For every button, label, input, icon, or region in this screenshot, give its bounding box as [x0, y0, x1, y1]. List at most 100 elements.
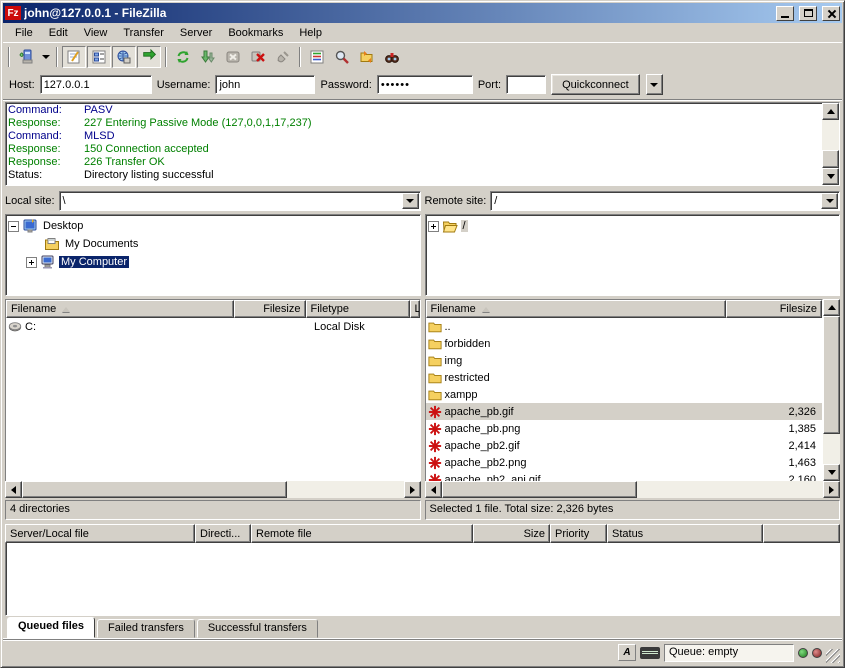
column-header-last-modified[interactable]: L — [410, 300, 420, 318]
local-site-combo[interactable]: \ — [59, 191, 421, 211]
scrollbar-thumb[interactable] — [823, 316, 840, 434]
scroll-up-button[interactable] — [823, 299, 840, 316]
minimize-button[interactable] — [776, 6, 794, 21]
cancel-operation-button[interactable] — [221, 46, 245, 68]
remote-directory-tree[interactable]: / — [425, 214, 841, 296]
remote-file-row[interactable]: img — [426, 352, 823, 369]
toggle-message-log-button[interactable] — [62, 46, 86, 68]
scroll-down-button[interactable] — [822, 168, 839, 185]
expand-icon[interactable] — [428, 221, 439, 232]
remote-file-row-selected[interactable]: apache_pb.gif 2,326 — [426, 403, 823, 420]
remote-file-row[interactable]: xampp — [426, 386, 823, 403]
host-input[interactable] — [40, 75, 152, 94]
column-header-filesize[interactable]: Filesize — [726, 300, 822, 318]
remote-vertical-scrollbar[interactable] — [823, 299, 840, 481]
directory-comparison-button[interactable] — [355, 46, 379, 68]
scroll-down-button[interactable] — [823, 464, 840, 481]
tab-failed-transfers[interactable]: Failed transfers — [97, 619, 195, 638]
column-header-filename[interactable]: Filename — [6, 300, 234, 318]
site-manager-dropdown[interactable] — [39, 46, 52, 68]
tab-successful-transfers[interactable]: Successful transfers — [197, 619, 318, 638]
remote-list-body[interactable]: .. forbidden img restricted — [426, 318, 823, 481]
scrollbar-thumb[interactable] — [822, 150, 839, 168]
combo-dropdown-button[interactable] — [821, 193, 838, 209]
queue-column-size[interactable]: Size — [473, 524, 550, 543]
toggle-remote-tree-button[interactable] — [112, 46, 136, 68]
remote-pane: Remote site: / / — [425, 190, 841, 520]
remote-file-row[interactable]: apache_pb2.gif 2,414 — [426, 437, 823, 454]
scroll-right-button[interactable] — [823, 481, 840, 498]
local-directory-tree[interactable]: Desktop My Documents — [5, 214, 421, 296]
tree-item-root[interactable]: / — [428, 217, 838, 235]
remote-horizontal-scrollbar[interactable] — [425, 481, 841, 498]
menu-edit[interactable]: Edit — [41, 25, 76, 41]
message-log-lines: Command:PASV Response:227 Entering Passi… — [6, 103, 822, 185]
menu-transfer[interactable]: Transfer — [115, 25, 172, 41]
tab-queued-files[interactable]: Queued files — [7, 617, 95, 638]
queue-column-priority[interactable]: Priority — [550, 524, 607, 543]
password-input[interactable] — [377, 75, 473, 94]
port-input[interactable] — [506, 75, 546, 94]
remote-file-row[interactable]: apache_pb2_ani.gif 2,160 — [426, 471, 823, 481]
speed-limit-indicator-icon[interactable] — [640, 647, 660, 659]
queue-list[interactable] — [5, 543, 840, 616]
username-input[interactable] — [215, 75, 315, 94]
message-log[interactable]: Command:PASV Response:227 Entering Passi… — [5, 102, 840, 186]
scroll-left-button[interactable] — [5, 481, 22, 498]
menu-bookmarks[interactable]: Bookmarks — [220, 25, 291, 41]
menu-server[interactable]: Server — [172, 25, 220, 41]
toggle-local-tree-button[interactable] — [87, 46, 111, 68]
process-queue-button[interactable] — [196, 46, 220, 68]
refresh-button[interactable] — [171, 46, 195, 68]
log-vertical-scrollbar[interactable] — [822, 103, 839, 185]
find-files-button[interactable] — [330, 46, 354, 68]
site-manager-button[interactable] — [14, 46, 38, 68]
scroll-left-button[interactable] — [425, 481, 442, 498]
local-horizontal-scrollbar[interactable] — [5, 481, 421, 498]
remote-file-row[interactable]: forbidden — [426, 335, 823, 352]
log-entry: Command:PASV — [8, 104, 820, 117]
menu-file[interactable]: File — [7, 25, 41, 41]
quickconnect-dropdown[interactable] — [646, 74, 663, 95]
scroll-up-button[interactable] — [822, 103, 839, 120]
synchronized-browsing-button[interactable] — [380, 46, 404, 68]
disconnect-button[interactable] — [246, 46, 270, 68]
local-list-body[interactable]: C: Local Disk — [6, 318, 420, 481]
title-bar[interactable]: Fz john@127.0.0.1 - FileZilla — [3, 3, 842, 23]
close-icon — [827, 9, 836, 18]
chevron-down-icon — [826, 199, 834, 203]
column-header-filetype[interactable]: Filetype — [306, 300, 410, 318]
local-file-row[interactable]: C: Local Disk — [6, 318, 420, 335]
quickconnect-button[interactable]: Quickconnect — [551, 74, 640, 95]
scroll-right-button[interactable] — [404, 481, 421, 498]
tree-item-desktop[interactable]: Desktop — [8, 217, 418, 235]
menu-help[interactable]: Help — [291, 25, 330, 41]
close-button[interactable] — [822, 6, 840, 21]
maximize-button[interactable] — [799, 6, 817, 21]
resize-grip[interactable] — [826, 649, 840, 663]
scrollbar-thumb[interactable] — [22, 481, 287, 498]
tree-item-my-documents[interactable]: My Documents — [8, 235, 418, 253]
queue-size-indicator: Queue: empty — [664, 644, 794, 662]
expand-icon[interactable] — [26, 257, 37, 268]
queue-column-direction[interactable]: Directi... — [195, 524, 251, 543]
queue-column-server-local-file[interactable]: Server/Local file — [5, 524, 195, 543]
toggle-transfer-queue-button[interactable] — [137, 46, 161, 68]
remote-site-combo[interactable]: / — [490, 191, 840, 211]
queue-column-status[interactable]: Status — [607, 524, 763, 543]
combo-dropdown-button[interactable] — [402, 193, 419, 209]
directory-listing-button[interactable] — [305, 46, 329, 68]
menu-view[interactable]: View — [76, 25, 116, 41]
remote-file-row[interactable]: apache_pb2.png 1,463 — [426, 454, 823, 471]
reconnect-button[interactable] — [271, 46, 295, 68]
tree-item-my-computer[interactable]: My Computer — [8, 253, 418, 271]
remote-file-row[interactable]: apache_pb.png 1,385 — [426, 420, 823, 437]
scrollbar-thumb[interactable] — [442, 481, 637, 498]
transfer-type-ascii-icon[interactable] — [618, 644, 636, 661]
remote-file-row[interactable]: .. — [426, 318, 823, 335]
remote-file-row[interactable]: restricted — [426, 369, 823, 386]
collapse-icon[interactable] — [8, 221, 19, 232]
column-header-filename[interactable]: Filename — [426, 300, 727, 318]
column-header-filesize[interactable]: Filesize — [234, 300, 306, 318]
queue-column-remote-file[interactable]: Remote file — [251, 524, 473, 543]
